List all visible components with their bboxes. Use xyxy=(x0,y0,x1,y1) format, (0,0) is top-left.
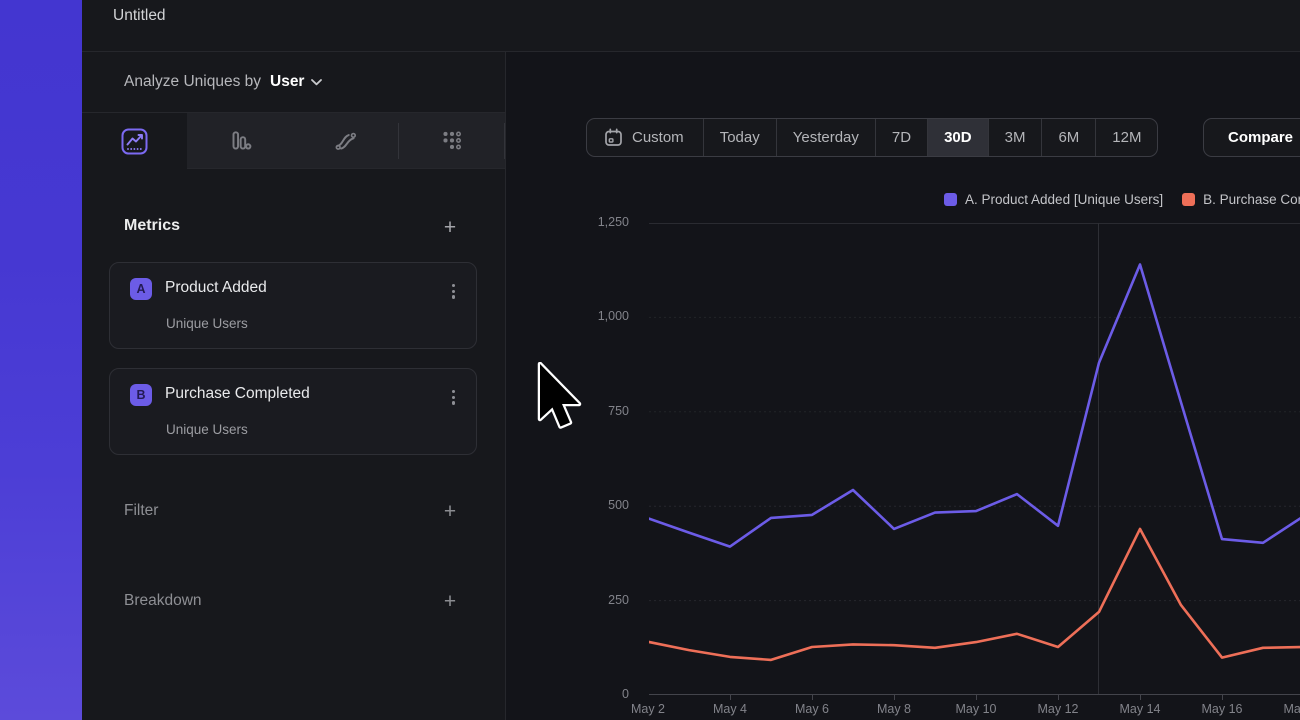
metric-card-a[interactable]: A Product Added Unique Users xyxy=(109,262,477,349)
tab-line-chart[interactable] xyxy=(82,113,187,169)
desktop-gradient-strip xyxy=(0,0,82,720)
range-3m[interactable]: 3M xyxy=(988,119,1042,156)
y-tick: 250 xyxy=(549,593,629,609)
range-7d[interactable]: 7D xyxy=(875,119,927,156)
analyze-by-value: User xyxy=(270,73,304,91)
x-tick: May 8 xyxy=(859,702,929,718)
range-30d-selected[interactable]: 30D xyxy=(927,119,988,156)
x-tick: May 2 xyxy=(613,702,683,718)
x-tick: May 14 xyxy=(1105,702,1175,718)
metric-options-icon[interactable] xyxy=(449,387,458,408)
range-yesterday[interactable]: Yesterday xyxy=(776,119,875,156)
analyze-label: Analyze Uniques by xyxy=(124,73,261,91)
legend-swatch-b xyxy=(1182,193,1195,206)
series-line xyxy=(649,529,1300,660)
legend-label-a: A. Product Added [Unique Users] xyxy=(965,192,1163,207)
bar-chart-icon xyxy=(227,128,253,154)
x-tick: May 16 xyxy=(1187,702,1257,718)
x-tick: May 12 xyxy=(1023,702,1093,718)
topbar: Untitled xyxy=(82,0,1300,52)
calendar-icon xyxy=(604,128,623,147)
metric-options-icon[interactable] xyxy=(449,281,458,302)
chevron-down-icon xyxy=(311,79,322,86)
report-title[interactable]: Untitled xyxy=(113,7,166,25)
y-tick: 0 xyxy=(549,687,629,703)
app-window: Untitled Analyze Uniques by User xyxy=(82,0,1300,720)
filter-label: Filter xyxy=(124,502,158,520)
tab-flows[interactable] xyxy=(293,113,399,169)
breakdown-label: Breakdown xyxy=(124,592,202,610)
range-12m[interactable]: 12M xyxy=(1095,119,1157,156)
x-tick: May 6 xyxy=(777,702,847,718)
flows-icon xyxy=(333,128,359,154)
line-chart-icon xyxy=(121,128,148,155)
range-6m[interactable]: 6M xyxy=(1041,119,1095,156)
range-label: Custom xyxy=(632,129,684,146)
date-range-control: Custom Today Yesterday 7D 30D 3M 6M 12M xyxy=(586,118,1158,157)
y-tick: 500 xyxy=(549,498,629,514)
range-custom[interactable]: Custom xyxy=(587,119,703,156)
retention-grid-icon xyxy=(439,128,465,154)
legend-item-a: A. Product Added [Unique Users] xyxy=(944,191,1163,208)
chart-type-tabs xyxy=(82,113,505,169)
line-chart[interactable] xyxy=(649,223,1300,703)
metric-subtitle: Unique Users xyxy=(166,422,248,437)
compare-button[interactable]: Compare xyxy=(1203,118,1300,157)
legend-item-b: B. Purchase Completed [Unique Users] xyxy=(1182,191,1300,208)
range-today[interactable]: Today xyxy=(703,119,776,156)
x-tick: May 18 xyxy=(1269,702,1300,718)
analyze-by-dropdown[interactable]: User xyxy=(270,73,322,91)
add-metric-button[interactable]: + xyxy=(438,217,462,239)
mouse-cursor xyxy=(537,362,583,442)
metric-title: Purchase Completed xyxy=(165,385,310,403)
chart-legend: A. Product Added [Unique Users] B. Purch… xyxy=(944,191,1300,208)
tab-bar-chart[interactable] xyxy=(187,113,293,169)
series-line xyxy=(649,265,1300,547)
metric-badge-b: B xyxy=(130,384,152,406)
analyze-row: Analyze Uniques by User xyxy=(82,52,505,113)
x-tick: May 4 xyxy=(695,702,765,718)
metric-title: Product Added xyxy=(165,279,267,297)
metric-card-b[interactable]: B Purchase Completed Unique Users xyxy=(109,368,477,455)
y-tick: 1,000 xyxy=(549,309,629,325)
legend-swatch-a xyxy=(944,193,957,206)
metric-badge-a: A xyxy=(130,278,152,300)
sidebar: Analyze Uniques by User xyxy=(82,52,505,720)
metrics-header: Metrics xyxy=(124,217,180,235)
y-tick: 1,250 xyxy=(549,215,629,231)
tab-retention-grid[interactable] xyxy=(399,113,505,169)
chart-pane: Custom Today Yesterday 7D 30D 3M 6M 12M … xyxy=(505,52,1300,720)
screen: Untitled Analyze Uniques by User xyxy=(0,0,1300,720)
metric-subtitle: Unique Users xyxy=(166,316,248,331)
add-breakdown-button[interactable]: + xyxy=(438,591,462,613)
legend-label-b: B. Purchase Completed [Unique Users] xyxy=(1203,192,1300,207)
x-tick: May 10 xyxy=(941,702,1011,718)
add-filter-button[interactable]: + xyxy=(438,501,462,523)
